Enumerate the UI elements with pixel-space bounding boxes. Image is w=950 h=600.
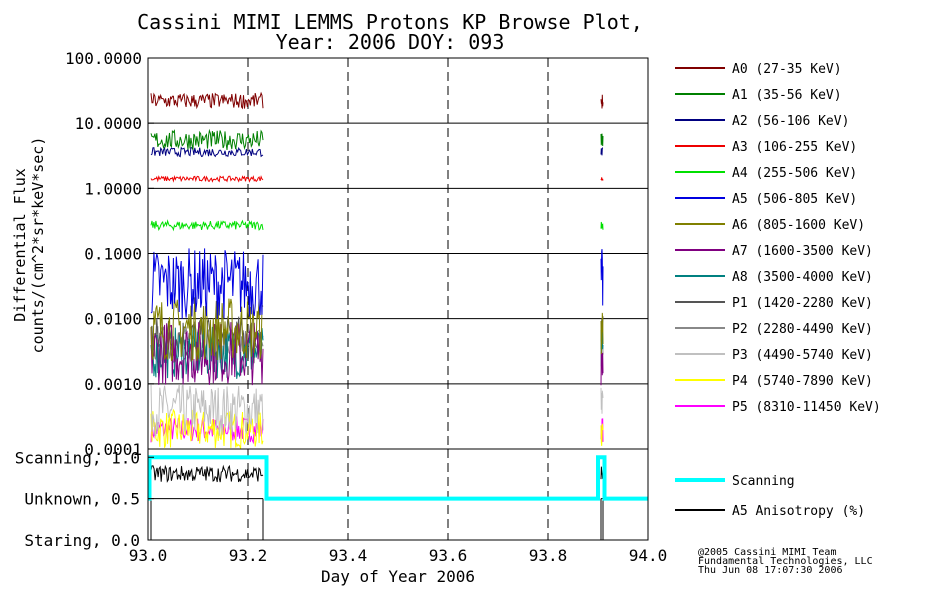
legend-label: A2 (56-106 KeV)	[732, 114, 849, 129]
series-line	[600, 147, 604, 156]
series-line	[600, 221, 604, 230]
legend-label: A5 (506-805 KeV)	[732, 192, 857, 207]
x-tick-label: 93.8	[529, 546, 568, 565]
anisotropy-line	[150, 464, 264, 483]
series-line	[600, 177, 604, 182]
series-line	[150, 219, 264, 232]
legend-label: A3 (106-255 KeV)	[732, 140, 857, 155]
y-tick-label: 10.0000	[75, 114, 142, 133]
legend-label: P1 (1420-2280 KeV)	[732, 296, 873, 311]
lower-y-tick-label: Staring, 0.0	[24, 531, 140, 550]
series-line	[600, 387, 604, 414]
y-tick-label: 1.0000	[84, 179, 142, 198]
x-tick-label: 93.6	[429, 546, 468, 565]
x-tick-label: 93.4	[329, 546, 368, 565]
lower-y-tick-label: Scanning, 1.0	[15, 448, 140, 467]
x-tick-label: 93.2	[229, 546, 268, 565]
scanning-line	[147, 455, 648, 501]
y-tick-label: 0.0100	[84, 310, 142, 329]
legend-label: A5 Anisotropy (%)	[732, 504, 865, 519]
footer-timestamp: Thu Jun 08 17:07:30 2006	[698, 565, 843, 576]
series-line	[150, 91, 264, 110]
legend-label: A4 (255-506 KeV)	[732, 166, 857, 181]
legend-label: A6 (805-1600 KeV)	[732, 218, 865, 233]
y-tick-label: 100.0000	[65, 49, 142, 68]
legend-label: P3 (4490-5740 KeV)	[732, 348, 873, 363]
x-axis-label: Day of Year 2006	[320, 567, 476, 586]
series-line	[150, 146, 264, 158]
series-line	[600, 133, 604, 147]
series-line	[600, 351, 604, 386]
legend-label: P4 (5740-7890 KeV)	[732, 374, 873, 389]
legend-label: A8 (3500-4000 KeV)	[732, 270, 873, 285]
series-line	[600, 94, 604, 109]
lower-y-tick-label: Unknown, 0.5	[24, 490, 140, 509]
legend-label: A0 (27-35 KeV)	[732, 62, 842, 77]
legend-label: P5 (8310-11450 KeV)	[732, 400, 881, 415]
x-tick-label: 94.0	[629, 546, 668, 565]
legend-label: P2 (2280-4490 KeV)	[732, 322, 873, 337]
series-line	[150, 128, 264, 150]
lower-panel-frame	[147, 448, 649, 541]
series-line	[150, 248, 264, 320]
browse-plot: 100.000010.00001.00000.10000.01000.00100…	[15, 49, 881, 565]
series-line	[600, 249, 604, 306]
series-line	[150, 175, 264, 183]
legend-label: A1 (35-56 KeV)	[732, 88, 842, 103]
y-tick-label: 0.1000	[84, 245, 142, 264]
legend-label: A7 (1600-3500 KeV)	[732, 244, 873, 259]
legend-label: Scanning	[732, 474, 795, 489]
y-tick-label: 0.0010	[84, 375, 142, 394]
